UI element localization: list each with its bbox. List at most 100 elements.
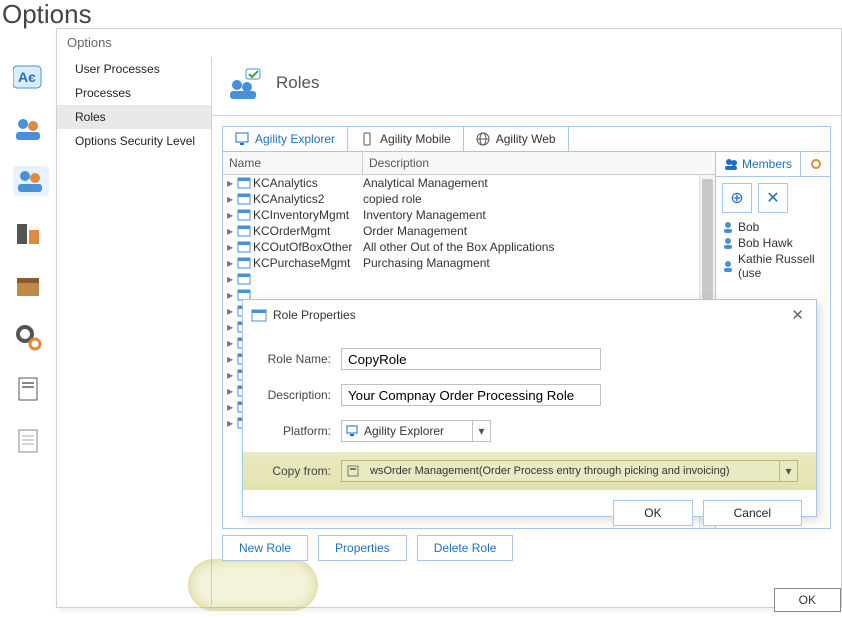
row-desc: Inventory Management	[363, 208, 715, 222]
expand-icon[interactable]: ▸	[223, 272, 237, 286]
gears-icon[interactable]	[13, 322, 43, 352]
copy-from-label: Copy from:	[261, 464, 341, 478]
description-field[interactable]	[341, 384, 601, 406]
scroll-thumb[interactable]	[702, 179, 713, 299]
table-row[interactable]: ▸KCOutOfBoxOtherAll other Out of the Box…	[223, 239, 715, 255]
row-desc: Order Management	[363, 224, 715, 238]
remove-member-button[interactable]: ✕	[758, 183, 788, 213]
role-properties-dialog: Role Properties ✕ Role Name: Description…	[242, 299, 817, 517]
expand-icon[interactable]: ▸	[223, 320, 237, 334]
expand-icon[interactable]: ▸	[223, 384, 237, 398]
close-icon[interactable]: ✕	[787, 306, 808, 324]
row-name: KCAnalytics	[253, 176, 363, 190]
table-row[interactable]: ▸	[223, 271, 715, 287]
package-icon[interactable]	[13, 270, 43, 300]
expand-icon[interactable]: ▸	[223, 288, 237, 302]
nav-item-user-processes[interactable]: User Processes	[57, 57, 211, 81]
dialog-ok-button[interactable]: OK	[613, 500, 692, 526]
expand-icon[interactable]: ▸	[223, 224, 237, 238]
x-icon: ✕	[766, 188, 779, 208]
svg-text:Aє: Aє	[18, 69, 36, 85]
member-item[interactable]: Bob	[716, 219, 830, 235]
table-row[interactable]: ▸ KCOrderMgmtOrder Management	[223, 223, 715, 239]
member-name: Kathie Russell (use	[738, 252, 824, 280]
expand-icon[interactable]: ▸	[223, 336, 237, 350]
role-item-icon	[237, 256, 253, 270]
row-desc: All other Out of the Box Applications	[363, 240, 715, 254]
col-header-name[interactable]: Name	[223, 152, 363, 174]
expand-icon[interactable]: ▸	[223, 256, 237, 270]
row-name: KCOrderMgmt	[253, 224, 363, 238]
member-item[interactable]: Bob Hawk	[716, 235, 830, 251]
expand-icon[interactable]: ▸	[223, 416, 237, 430]
plus-circle-icon: ⊕	[730, 188, 743, 208]
agility-logo-icon[interactable]: Aє	[13, 62, 43, 92]
tabs-row: Agility Explorer Agility Mobile Agility …	[222, 126, 831, 152]
dialog-cancel-button[interactable]: Cancel	[703, 500, 802, 526]
role-item-icon	[237, 240, 253, 254]
members-tab-label: Members	[742, 157, 792, 171]
description-label: Description:	[261, 388, 341, 402]
users-icon[interactable]	[13, 114, 43, 144]
expand-icon[interactable]: ▸	[223, 400, 237, 414]
new-role-button[interactable]: New Role	[222, 535, 308, 561]
nav-item-processes[interactable]: Processes	[57, 81, 211, 105]
building-icon[interactable]	[13, 218, 43, 248]
users-highlight-icon[interactable]	[13, 166, 43, 196]
tab-agility-mobile[interactable]: Agility Mobile	[348, 127, 464, 151]
tab-agility-web[interactable]: Agility Web	[464, 127, 569, 151]
monitor-icon	[342, 425, 358, 437]
row-name: KCInventoryMgmt	[253, 208, 363, 222]
member-item[interactable]: Kathie Russell (use	[716, 251, 830, 281]
member-name: Bob Hawk	[738, 236, 793, 250]
roles-header-icon	[228, 67, 264, 99]
gears-small-icon	[809, 157, 823, 171]
person-icon	[722, 237, 734, 249]
expand-icon[interactable]: ▸	[223, 368, 237, 382]
chevron-down-icon[interactable]: ▾	[779, 461, 797, 481]
col-header-desc[interactable]: Description	[363, 152, 715, 174]
members-icon	[724, 157, 738, 171]
tab-label: Agility Explorer	[255, 132, 335, 146]
table-row[interactable]: ▸ KCAnalytics2copied role	[223, 191, 715, 207]
expand-icon[interactable]: ▸	[223, 176, 237, 190]
copy-from-select[interactable]: wsOrder Management(Order Process entry t…	[341, 460, 798, 482]
left-icon-rail: Aє	[7, 62, 49, 456]
role-name-field[interactable]	[341, 348, 601, 370]
delete-role-button[interactable]: Delete Role	[417, 535, 514, 561]
members-tab[interactable]: Members	[716, 152, 800, 176]
person-icon	[722, 260, 734, 272]
member-name: Bob	[738, 220, 759, 234]
expand-icon[interactable]: ▸	[223, 240, 237, 254]
tab-agility-explorer[interactable]: Agility Explorer	[223, 127, 348, 151]
row-desc: copied role	[363, 192, 715, 206]
role-item-icon	[237, 192, 253, 206]
report-icon[interactable]	[13, 374, 43, 404]
mobile-icon	[360, 132, 374, 146]
nav-item-roles[interactable]: Roles	[57, 105, 211, 129]
platform-label: Platform:	[261, 424, 341, 438]
footer-ok-button[interactable]: OK	[774, 588, 841, 612]
platform-select[interactable]: Agility Explorer ▾	[341, 420, 491, 442]
expand-icon[interactable]: ▸	[223, 352, 237, 366]
expand-icon[interactable]: ▸	[223, 304, 237, 318]
expand-icon[interactable]: ▸	[223, 192, 237, 206]
nav-item-security-level[interactable]: Options Security Level	[57, 129, 211, 153]
role-name-label: Role Name:	[261, 352, 341, 366]
row-desc: Purchasing Managment	[363, 256, 715, 270]
header-title: Roles	[276, 73, 319, 93]
role-item-icon	[237, 224, 253, 238]
members-tab-other[interactable]	[800, 152, 831, 176]
chevron-down-icon[interactable]: ▾	[472, 421, 490, 441]
document-icon[interactable]	[13, 426, 43, 456]
table-row[interactable]: ▸KCAnalyticsAnalytical Management	[223, 175, 715, 191]
monitor-icon	[235, 132, 249, 146]
row-name: KCAnalytics2	[253, 192, 363, 206]
expand-icon[interactable]: ▸	[223, 208, 237, 222]
globe-icon	[476, 132, 490, 146]
table-row[interactable]: ▸KCPurchaseMgmtPurchasing Managment	[223, 255, 715, 271]
table-row[interactable]: ▸ KCInventoryMgmtInventory Management	[223, 207, 715, 223]
properties-button[interactable]: Properties	[318, 535, 407, 561]
nav-list: User Processes Processes Roles Options S…	[57, 57, 212, 605]
add-member-button[interactable]: ⊕	[722, 183, 752, 213]
